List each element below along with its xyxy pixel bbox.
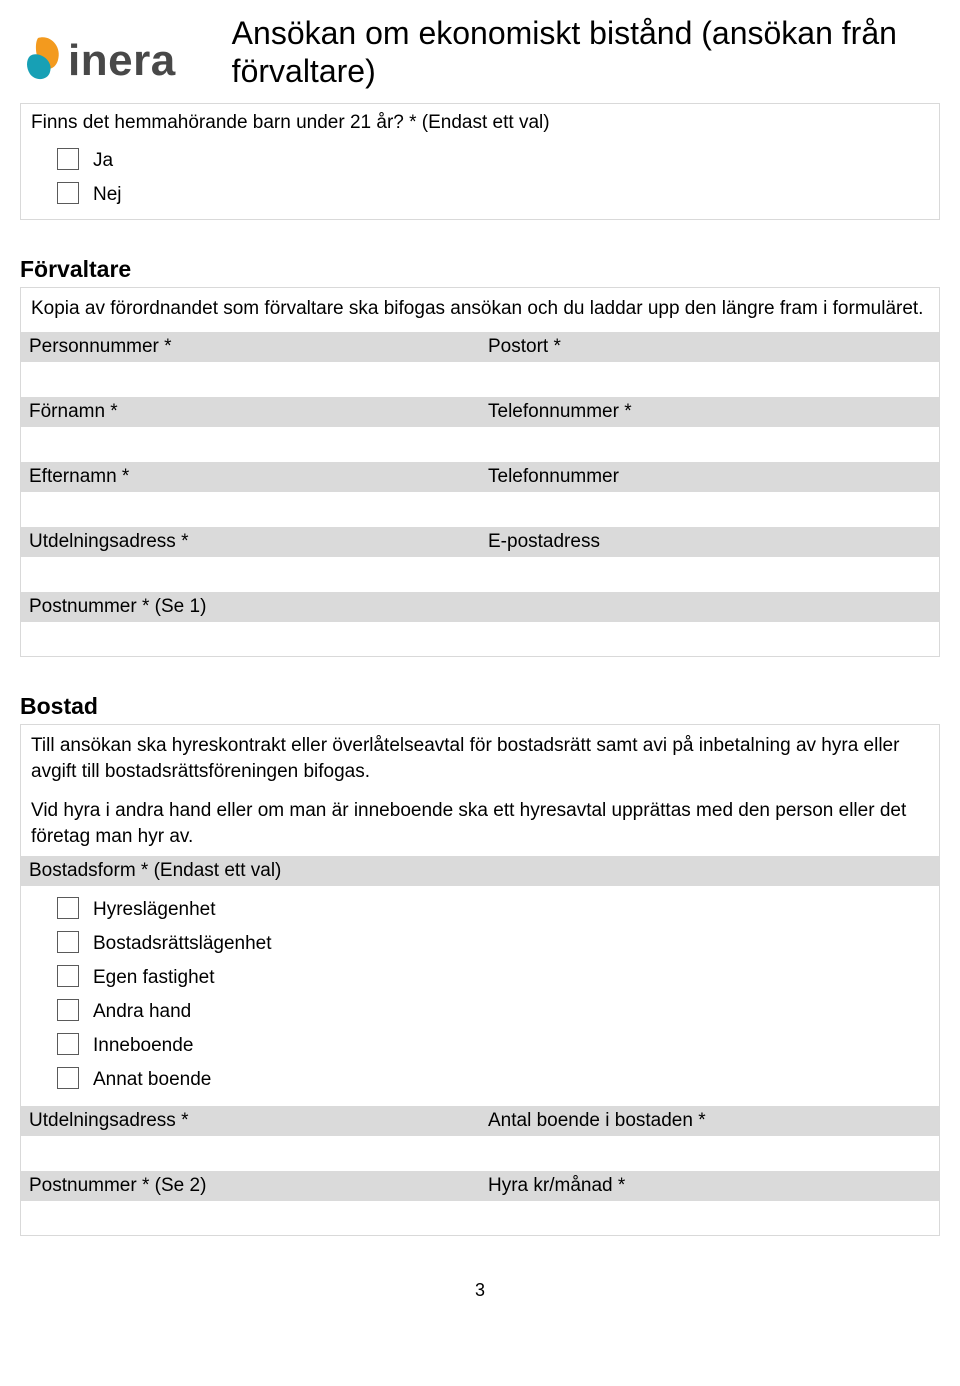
label-epostadress: E-postadress bbox=[480, 527, 939, 557]
option-hyreslagenhet[interactable]: Hyreslägenhet bbox=[31, 890, 929, 924]
input-bostad-utdelningsadress[interactable] bbox=[21, 1136, 480, 1170]
label-fornamn: Förnamn * bbox=[21, 397, 480, 427]
input-epostadress[interactable] bbox=[480, 557, 939, 591]
option-inneboende[interactable]: Inneboende bbox=[31, 1026, 929, 1060]
label-postort: Postort * bbox=[480, 332, 939, 362]
question-children: Finns det hemmahörande barn under 21 år?… bbox=[31, 110, 929, 142]
option-label: Annat boende bbox=[93, 1069, 211, 1091]
logo: inera bbox=[20, 34, 176, 88]
section-children-question: Finns det hemmahörande barn under 21 år?… bbox=[20, 103, 940, 221]
input-efternamn[interactable] bbox=[21, 492, 480, 526]
label-postnummer: Postnummer * (Se 1) bbox=[21, 592, 480, 622]
input-postort[interactable] bbox=[480, 362, 939, 396]
option-annat-boende[interactable]: Annat boende bbox=[31, 1060, 929, 1094]
intro-forvaltare: Kopia av förordnandet som förvaltare ska… bbox=[31, 296, 929, 328]
page: inera Ansökan om ekonomiskt bistånd (ans… bbox=[0, 0, 960, 1386]
option-nej[interactable]: Nej bbox=[31, 175, 929, 209]
checkbox-icon[interactable] bbox=[57, 897, 79, 919]
label-hyra: Hyra kr/månad * bbox=[480, 1171, 939, 1201]
option-andra-hand[interactable]: Andra hand bbox=[31, 992, 929, 1026]
bostad-p1: Till ansökan ska hyreskontrakt eller öve… bbox=[31, 733, 929, 790]
option-label: Egen fastighet bbox=[93, 967, 214, 989]
option-bostadsrattslagenhet[interactable]: Bostadsrättslägenhet bbox=[31, 924, 929, 958]
bostad-p2: Vid hyra i andra hand eller om man är in… bbox=[31, 798, 929, 855]
input-empty bbox=[480, 622, 939, 656]
option-label: Inneboende bbox=[93, 1035, 193, 1057]
label-telefonnummer-req: Telefonnummer * bbox=[480, 397, 939, 427]
checkbox-icon[interactable] bbox=[57, 1033, 79, 1055]
label-utdelningsadress: Utdelningsadress * bbox=[21, 527, 480, 557]
label-bostad-utdelningsadress: Utdelningsadress * bbox=[21, 1106, 480, 1136]
section-title-forvaltare: Förvaltare bbox=[20, 256, 940, 283]
option-ja[interactable]: Ja bbox=[31, 141, 929, 175]
label-empty bbox=[480, 592, 939, 622]
checkbox-icon[interactable] bbox=[57, 1067, 79, 1089]
label-bostad-postnummer: Postnummer * (Se 2) bbox=[21, 1171, 480, 1201]
label-personnummer: Personnummer * bbox=[21, 332, 480, 362]
input-utdelningsadress[interactable] bbox=[21, 557, 480, 591]
input-telefonnummer[interactable] bbox=[480, 492, 939, 526]
input-bostad-postnummer[interactable] bbox=[21, 1201, 480, 1235]
checkbox-icon[interactable] bbox=[57, 931, 79, 953]
input-hyra[interactable] bbox=[480, 1201, 939, 1235]
leaf-icon bbox=[20, 34, 66, 88]
input-personnummer[interactable] bbox=[21, 362, 480, 396]
option-label: Nej bbox=[93, 184, 122, 206]
section-title-bostad: Bostad bbox=[20, 693, 940, 720]
option-label: Hyreslägenhet bbox=[93, 899, 216, 921]
option-egen-fastighet[interactable]: Egen fastighet bbox=[31, 958, 929, 992]
logo-text: inera bbox=[68, 36, 176, 86]
page-number: 3 bbox=[20, 1272, 940, 1301]
label-bostadsform: Bostadsform * (Endast ett val) bbox=[21, 856, 939, 886]
checkbox-icon[interactable] bbox=[57, 182, 79, 204]
section-bostad: Till ansökan ska hyreskontrakt eller öve… bbox=[20, 724, 940, 1236]
checkbox-icon[interactable] bbox=[57, 148, 79, 170]
option-label: Andra hand bbox=[93, 1001, 191, 1023]
section-forvaltare: Kopia av förordnandet som förvaltare ska… bbox=[20, 287, 940, 657]
checkbox-icon[interactable] bbox=[57, 999, 79, 1021]
label-antal-boende: Antal boende i bostaden * bbox=[480, 1106, 939, 1136]
header: inera Ansökan om ekonomiskt bistånd (ans… bbox=[20, 14, 940, 91]
label-telefonnummer: Telefonnummer bbox=[480, 462, 939, 492]
page-title: Ansökan om ekonomiskt bistånd (ansökan f… bbox=[232, 14, 940, 91]
option-label: Ja bbox=[93, 150, 113, 172]
input-antal-boende[interactable] bbox=[480, 1136, 939, 1170]
label-efternamn: Efternamn * bbox=[21, 462, 480, 492]
input-postnummer[interactable] bbox=[21, 622, 480, 656]
input-telefonnummer-req[interactable] bbox=[480, 427, 939, 461]
checkbox-icon[interactable] bbox=[57, 965, 79, 987]
option-label: Bostadsrättslägenhet bbox=[93, 933, 272, 955]
input-fornamn[interactable] bbox=[21, 427, 480, 461]
